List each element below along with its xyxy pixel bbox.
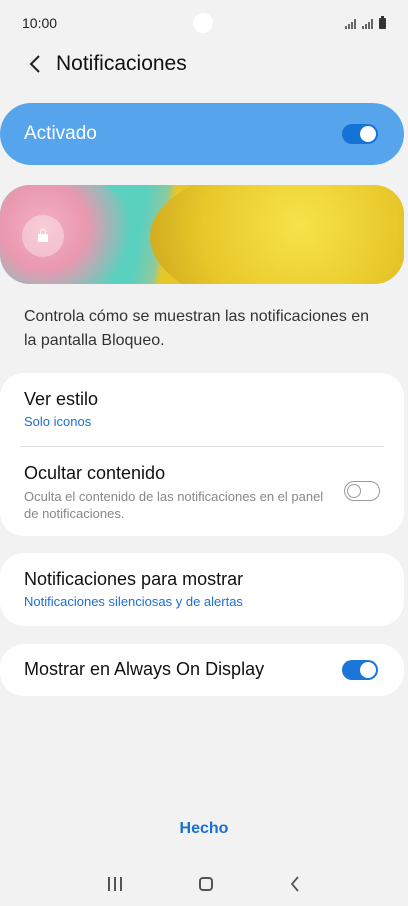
divider — [20, 446, 384, 447]
hide-content-description: Oculta el contenido de las notificacione… — [24, 489, 324, 521]
app-header: Notificaciones — [0, 46, 408, 82]
master-switch-label: Activado — [24, 123, 97, 144]
battery-icon — [379, 15, 386, 29]
settings-card-notifications: Notificaciones para mostrar Notificacion… — [0, 553, 404, 626]
hide-content-toggle[interactable] — [344, 481, 380, 501]
always-on-display-toggle[interactable] — [342, 660, 378, 680]
signal-icon-2 — [362, 18, 373, 29]
settings-card-aod: Mostrar en Always On Display — [0, 644, 404, 696]
home-icon[interactable] — [198, 877, 213, 891]
back-button[interactable] — [20, 46, 50, 82]
always-on-display-item[interactable]: Mostrar en Always On Display — [24, 659, 380, 680]
hide-content-title: Ocultar contenido — [24, 463, 166, 483]
back-nav-icon[interactable] — [290, 876, 300, 892]
recent-apps-icon[interactable] — [108, 877, 123, 891]
view-style-value: Solo iconos — [24, 414, 92, 429]
status-icons — [345, 15, 386, 29]
lock-icon — [22, 215, 64, 257]
view-style-item[interactable]: Ver estilo Solo iconos — [24, 389, 380, 429]
notifications-to-show-title: Notificaciones para mostrar — [24, 569, 244, 589]
camera-cutout — [193, 13, 213, 33]
section-description: Controla cómo se muestran las notificaci… — [24, 308, 370, 349]
signal-icon — [345, 18, 356, 29]
done-button[interactable]: Hecho — [0, 820, 408, 838]
lockscreen-preview — [0, 185, 404, 284]
always-on-display-title: Mostrar en Always On Display — [24, 659, 265, 679]
navigation-bar — [0, 862, 408, 906]
notifications-to-show-item[interactable]: Notificaciones para mostrar Notificacion… — [24, 569, 380, 609]
status-time: 10:00 — [22, 15, 58, 31]
settings-card-style: Ver estilo Solo iconos Ocultar contenido… — [0, 373, 404, 536]
view-style-title: Ver estilo — [24, 389, 99, 409]
page-title: Notificaciones — [56, 52, 187, 75]
notifications-to-show-value: Notificaciones silenciosas y de alertas — [24, 594, 243, 609]
master-toggle[interactable] — [342, 124, 378, 144]
master-switch-row[interactable]: Activado — [0, 103, 404, 165]
hide-content-item[interactable]: Ocultar contenido Oculta el contenido de… — [24, 463, 380, 522]
back-icon — [29, 55, 40, 73]
